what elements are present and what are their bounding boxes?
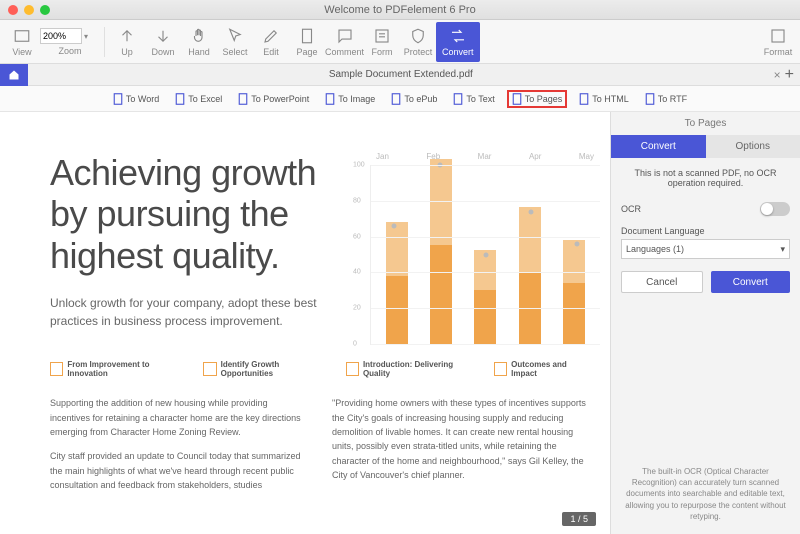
to-html-button[interactable]: To HTML (575, 91, 633, 107)
ocr-label: OCR (621, 204, 641, 214)
edit-button[interactable]: Edit (253, 22, 289, 62)
zoom-input[interactable] (40, 28, 82, 44)
to-rtf-button[interactable]: To RTF (641, 91, 691, 107)
to-excel-button[interactable]: To Excel (171, 91, 226, 107)
to-image-button[interactable]: To Image (321, 91, 379, 107)
cancel-button[interactable]: Cancel (621, 271, 703, 293)
section-row: From Improvement to Innovation Identify … (50, 360, 590, 378)
page-number: 1 / 5 (562, 512, 596, 526)
form-button[interactable]: Form (364, 22, 400, 62)
down-button[interactable]: Down (145, 22, 181, 62)
zoom-button[interactable]: ▾ Zoom (40, 22, 100, 62)
doc-subhead: Unlock growth for your company, adopt th… (50, 294, 350, 330)
to-epub-button[interactable]: To ePub (387, 91, 441, 107)
to-pages-button[interactable]: To Pages (507, 90, 568, 108)
ocr-toggle[interactable] (760, 202, 790, 216)
comment-button[interactable]: Comment (325, 22, 364, 62)
lang-select[interactable]: Languages (1)▾ (621, 239, 790, 259)
document-canvas[interactable]: Achieving growth by pursuing the highest… (0, 112, 610, 534)
up-button[interactable]: Up (109, 22, 145, 62)
page-button[interactable]: Page (289, 22, 325, 62)
section-icon (346, 362, 359, 376)
titlebar: Welcome to PDFelement 6 Pro (0, 0, 800, 20)
add-tab-icon[interactable]: + (785, 66, 794, 84)
select-button[interactable]: Select (217, 22, 253, 62)
home-tab[interactable] (0, 64, 28, 86)
panel-tab-options[interactable]: Options (706, 135, 800, 158)
ocr-info: This is not a scanned PDF, no OCR operat… (621, 168, 790, 188)
panel-footer: The built-in OCR (Optical Character Reco… (611, 454, 800, 534)
panel-tab-convert[interactable]: Convert (611, 135, 706, 158)
close-tab-icon[interactable]: × (774, 68, 781, 82)
to-text-button[interactable]: To Text (449, 91, 498, 107)
convert-submit-button[interactable]: Convert (711, 271, 791, 293)
ribbon: View ▾ Zoom Up Down Hand Select Edit Pag… (0, 20, 800, 64)
to-powerpoint-button[interactable]: To PowerPoint (234, 91, 313, 107)
chevron-down-icon: ▾ (780, 244, 785, 255)
body-columns: Supporting the addition of new housing w… (50, 396, 590, 502)
workspace: Achieving growth by pursuing the highest… (0, 112, 800, 534)
panel-title: To Pages (611, 112, 800, 135)
document-tab[interactable]: Sample Document Extended.pdf (28, 69, 774, 80)
convert-button[interactable]: Convert (436, 22, 480, 62)
section-icon (203, 362, 216, 376)
view-button[interactable]: View (4, 22, 40, 62)
side-panel: To Pages Convert Options This is not a s… (610, 112, 800, 534)
tabbar: Sample Document Extended.pdf × + (0, 64, 800, 86)
protect-button[interactable]: Protect (400, 22, 436, 62)
to-word-button[interactable]: To Word (109, 91, 163, 107)
hand-button[interactable]: Hand (181, 22, 217, 62)
section-icon (50, 362, 63, 376)
format-button[interactable]: Format (760, 22, 796, 62)
lang-label: Document Language (621, 226, 790, 236)
window-title: Welcome to PDFelement 6 Pro (0, 4, 800, 16)
chart: JanFebMarAprMay 020406080100 (370, 152, 600, 352)
section-icon (494, 362, 507, 376)
convert-subbar: To Word To Excel To PowerPoint To Image … (0, 86, 800, 112)
